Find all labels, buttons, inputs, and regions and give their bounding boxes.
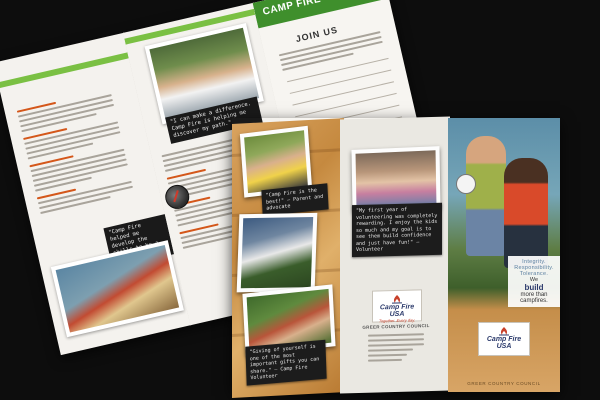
green-accent-bar: [0, 52, 129, 89]
camp-fire-logo-box: Camp Fire USA Together. Every day.: [372, 289, 422, 323]
form-line: [295, 92, 397, 118]
form-line: [289, 69, 392, 94]
tagline-box: Integrity. Responsibility. Tolerance. We…: [508, 256, 560, 307]
cover-council-footer: GREER COUNTRY COUNCIL: [467, 381, 541, 386]
caption-volunteer-giving: "Giving of yourself is one of the most i…: [245, 339, 327, 386]
photo-group-of-girls: [351, 146, 441, 212]
front-panel-middle: "My first year of volunteering was compl…: [340, 116, 450, 394]
front-panel-cover: Integrity. Responsibility. Tolerance. We…: [448, 118, 560, 392]
photo-canoe: [50, 240, 184, 338]
tagline-build: build: [524, 283, 544, 292]
logo-wordmark: Camp Fire USA: [379, 303, 415, 319]
flame-logo-icon: [499, 327, 509, 336]
flame-logo-icon: [392, 294, 402, 304]
cover-logo-wordmark: Camp Fire USA: [486, 336, 522, 350]
caption-volunteer-rewarding: "My first year of volunteering was compl…: [352, 202, 442, 257]
front-brochure: "Camp Fire is the best!" — Parent and ad…: [232, 116, 560, 399]
cover-camp-fire-logo: Camp Fire USA: [478, 322, 530, 356]
council-address-lines: [368, 333, 424, 364]
tagline-values: Integrity. Responsibility. Tolerance.: [514, 259, 554, 277]
council-name: GREER COUNTRY COUNCIL: [362, 323, 430, 330]
form-line: [292, 81, 395, 106]
brochure-photo-scene: "Camp Fire helped me develop the skills …: [0, 0, 600, 400]
cover-photo-boy: [504, 158, 548, 268]
cover-photo-girl: [466, 136, 506, 256]
photo-volleyball: [236, 212, 318, 293]
body-text-block: [16, 89, 135, 217]
tagline-more-than-campfires: more than campfires.: [520, 292, 548, 304]
soccer-ball-icon: [456, 174, 476, 194]
front-panel-left: "Camp Fire is the best!" — Parent and ad…: [232, 118, 344, 399]
